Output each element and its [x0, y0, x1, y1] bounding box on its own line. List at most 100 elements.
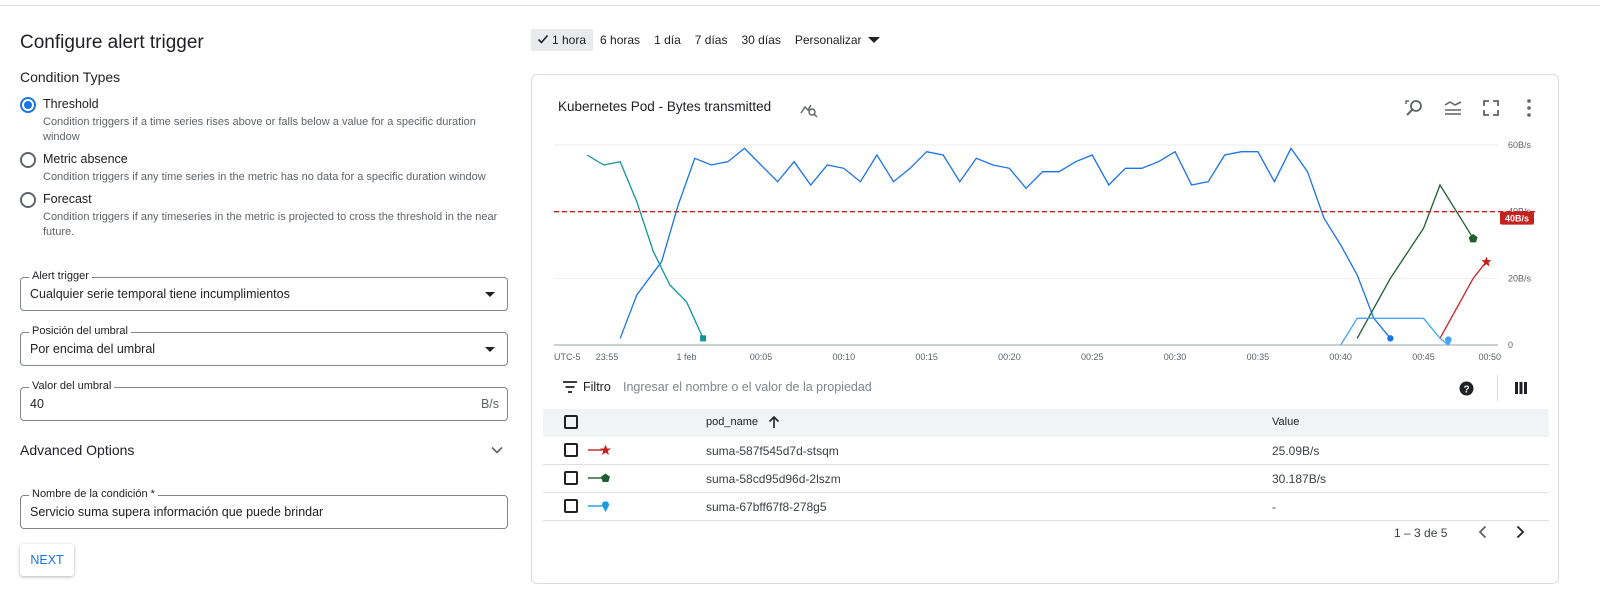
arrow-up-icon[interactable]: [767, 415, 781, 429]
series-table: pod_name Value suma-587f545d7d-stsqm 25.…: [543, 409, 1549, 521]
table-row[interactable]: suma-67bff67f8-278g5 -: [543, 493, 1549, 521]
chevron-left-icon[interactable]: [1474, 523, 1492, 541]
x-tick-label: 00:40: [1329, 352, 1352, 362]
field-label: Valor del umbral: [29, 380, 115, 392]
y-tick-label: 60B/s: [1508, 140, 1532, 150]
row-checkbox[interactable]: [564, 471, 578, 485]
series-line: [619, 147, 1391, 339]
condition-description: Condition triggers if a time series rise…: [43, 116, 476, 143]
chart-card: Kubernetes Pod - Bytes transmitted 60B/s…: [531, 74, 1559, 584]
custom-label: Personalizar: [794, 33, 862, 47]
condition-description: Condition triggers if any time series in…: [43, 171, 486, 183]
filter-icon: [563, 381, 577, 393]
field-label: Posición del umbral: [29, 325, 131, 337]
select-all-checkbox[interactable]: [564, 415, 578, 429]
time-option-1h[interactable]: 1 hora: [531, 29, 594, 51]
y-tick-label: 0: [1508, 340, 1513, 350]
table-header: pod_name Value: [543, 409, 1549, 437]
radio-metric-absence[interactable]: [20, 152, 36, 168]
zoom-search-icon[interactable]: [1404, 97, 1426, 119]
condition-metric-absence[interactable]: Metric absence Condition triggers if any…: [20, 152, 520, 183]
series-marker-square: [700, 335, 707, 342]
condition-types-heading: Condition Types: [20, 69, 121, 85]
x-tick-label: 00:45: [1412, 352, 1435, 362]
pagination-label: 1 – 3 de 5: [1394, 526, 1448, 540]
unit-suffix: B/s: [480, 397, 499, 411]
pod-name: suma-58cd95d96d-2lszm: [706, 472, 841, 486]
time-option-6h[interactable]: 6 horas: [593, 29, 647, 51]
column-header-value[interactable]: Value: [1272, 416, 1299, 428]
row-checkbox[interactable]: [564, 499, 578, 513]
column-header-pod[interactable]: pod_name: [706, 416, 758, 428]
legend-toggle-icon[interactable]: [1442, 97, 1464, 119]
chevron-right-icon[interactable]: [1511, 523, 1529, 541]
radio-threshold[interactable]: [20, 97, 36, 113]
star-legend-icon: [588, 444, 611, 455]
time-option-custom[interactable]: Personalizar: [788, 29, 887, 51]
x-tick-label: 00:50: [1478, 352, 1501, 362]
metric-explore-icon[interactable]: [800, 100, 818, 118]
time-option-7d[interactable]: 7 días: [688, 29, 735, 51]
filter-label: Filtro: [583, 380, 611, 394]
field-value: Servicio suma supera información que pue…: [30, 505, 324, 519]
row-checkbox[interactable]: [564, 443, 578, 457]
condition-label: Threshold: [43, 97, 99, 111]
condition-name-input[interactable]: Nombre de la condición * Servicio suma s…: [20, 488, 508, 529]
help-icon[interactable]: ?: [1459, 381, 1474, 396]
dropdown-arrow-icon: [485, 292, 495, 297]
time-option-label: 1 hora: [552, 33, 587, 47]
x-tick-label: 00:20: [998, 352, 1021, 362]
pentagon-legend-icon: [588, 473, 610, 482]
threshold-value-input[interactable]: Valor del umbral 40 B/s: [20, 380, 508, 421]
time-option-1d[interactable]: 1 día: [647, 29, 688, 51]
pod-value: 30.187B/s: [1272, 472, 1327, 486]
table-row[interactable]: suma-587f545d7d-stsqm 25.09B/s: [543, 437, 1549, 465]
page-title: Configure alert trigger: [20, 32, 204, 53]
table-row[interactable]: suma-58cd95d96d-2lszm 30.187B/s: [543, 465, 1549, 493]
series-marker-star: [1481, 256, 1492, 267]
svg-text:?: ?: [1463, 384, 1469, 395]
column-settings-icon[interactable]: [1514, 381, 1528, 395]
series-line: [1439, 261, 1487, 339]
condition-description: Condition triggers if any timeseries in …: [43, 211, 498, 238]
more-vert-icon[interactable]: [1518, 97, 1540, 119]
condition-label: Forecast: [43, 192, 92, 206]
time-range-selector: 1 hora 6 horas 1 día 7 días 30 días Pers…: [531, 29, 887, 51]
x-tick-label: 00:25: [1081, 352, 1104, 362]
dropdown-arrow-icon: [867, 37, 880, 43]
radio-forecast[interactable]: [20, 192, 36, 208]
check-icon: [537, 34, 549, 44]
alert-trigger-select[interactable]: Alert trigger Cualquier serie temporal t…: [20, 270, 508, 311]
threshold-position-select[interactable]: Posición del umbral Por encima del umbra…: [20, 325, 508, 366]
fullscreen-icon[interactable]: [1480, 97, 1502, 119]
pin-legend-icon: [588, 501, 609, 512]
advanced-options-toggle[interactable]: Advanced Options: [20, 442, 134, 458]
pod-name: suma-587f545d7d-stsqm: [706, 444, 839, 458]
condition-forecast[interactable]: Forecast Condition triggers if any times…: [20, 192, 520, 238]
field-label: Nombre de la condición *: [29, 488, 158, 500]
time-option-30d[interactable]: 30 días: [734, 29, 787, 51]
alert-config-form: Configure alert trigger Condition Types …: [20, 0, 520, 613]
field-label: Alert trigger: [29, 270, 92, 282]
condition-threshold[interactable]: Threshold Condition triggers if a time s…: [20, 97, 520, 143]
x-tick-label: 00:35: [1247, 352, 1270, 362]
field-value: Cualquier serie temporal tiene incumplim…: [30, 287, 290, 301]
field-value: Por encima del umbral: [30, 342, 156, 356]
filter-bar[interactable]: Filtro Ingresar el nombre o el valor de …: [532, 371, 1558, 405]
series-marker-circle: [1387, 335, 1394, 342]
x-tick-label: 00:05: [750, 352, 773, 362]
chevron-down-icon[interactable]: [490, 443, 504, 457]
pod-name: suma-67bff67f8-278g5: [706, 500, 827, 514]
condition-label: Metric absence: [43, 152, 128, 166]
line-chart: 60B/s 40B/s 20B/s 0 UTC-5 23:55 1 feb 00:05 00:1…: [554, 140, 1536, 362]
x-tick-label: 23:55: [596, 352, 619, 362]
series-line: [1356, 183, 1474, 339]
x-tick-label: 1 feb: [676, 352, 696, 362]
divider: [1497, 375, 1498, 401]
chart-title: Kubernetes Pod - Bytes transmitted: [558, 99, 772, 114]
field-value: 40: [30, 397, 44, 411]
y-tick-label: 20B/s: [1508, 273, 1532, 283]
filter-input[interactable]: Ingresar el nombre o el valor de la prop…: [623, 380, 872, 394]
x-tick-label: UTC-5: [554, 352, 581, 362]
next-button[interactable]: NEXT: [20, 544, 74, 576]
